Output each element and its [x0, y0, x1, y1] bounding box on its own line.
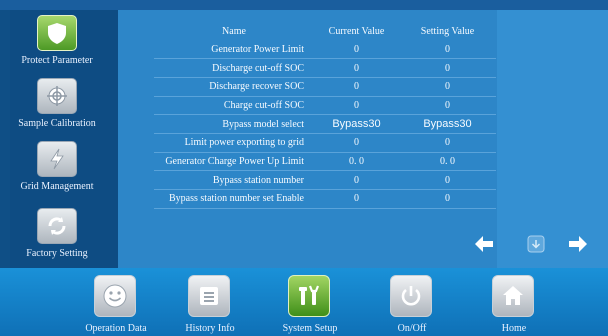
column-header-current-value: Current Value: [328, 25, 385, 37]
sidebar-item-label: Factory Setting: [26, 248, 88, 259]
parameter-table: Name Current Value Setting Value Generat…: [154, 22, 496, 209]
list-icon: [188, 275, 230, 317]
operation-data-button[interactable]: Operation Data: [74, 268, 158, 336]
sidebar-item-sample-calibration[interactable]: Sample Calibration: [10, 73, 104, 131]
shield-icon: [37, 15, 77, 51]
on-off-button[interactable]: On/Off: [370, 268, 454, 336]
power-icon: [390, 275, 432, 317]
sidebar-item-label: Grid Management: [20, 181, 94, 192]
bottom-item-label: Operation Data: [85, 323, 147, 334]
row-current-value: Bypass30: [314, 114, 399, 134]
table-row: Limit power exporting to grid 0 0: [154, 133, 496, 153]
row-current-value: 0: [314, 133, 399, 153]
row-name: Bypass model select: [154, 114, 314, 134]
table-row: Discharge recover SOC 0 0: [154, 77, 496, 97]
top-strip: [0, 0, 608, 10]
table-row: Generator Charge Power Up Limit 0. 0 0. …: [154, 152, 496, 172]
refresh-icon: [37, 208, 77, 244]
home-icon: [492, 275, 534, 317]
row-setting-value[interactable]: 0: [399, 170, 496, 190]
column-header-setting-value: Setting Value: [420, 25, 475, 37]
row-setting-value[interactable]: 0: [399, 77, 496, 97]
tools-icon: [288, 275, 330, 317]
history-info-button[interactable]: History Info: [168, 268, 252, 336]
system-setup-button[interactable]: System Setup: [268, 268, 352, 336]
table-row: Charge cut-off SOC 0 0: [154, 96, 496, 116]
row-current-value: 0: [314, 170, 399, 190]
bottom-item-label: Home: [501, 323, 527, 334]
sidebar-item-factory-setting[interactable]: Factory Setting: [10, 203, 104, 261]
row-current-value: 0. 0: [314, 152, 399, 172]
home-button[interactable]: Home: [472, 268, 556, 336]
column-header-name: Name: [222, 25, 246, 37]
row-setting-value[interactable]: 0: [399, 58, 496, 78]
table-row: Generator Power Limit 0 0: [154, 40, 496, 60]
bottom-navigation-bar: Operation Data History Info System Setup…: [0, 268, 608, 336]
bottom-item-label: On/Off: [397, 323, 427, 334]
row-current-value: 0: [314, 77, 399, 97]
sidebar-item-label: Protect Parameter: [21, 55, 93, 66]
table-row: Bypass model select Bypass30 Bypass30: [154, 114, 496, 134]
row-name: Limit power exporting to grid: [154, 133, 314, 153]
row-name: Generator Charge Power Up Limit: [154, 152, 314, 172]
table-row: Bypass station number 0 0: [154, 170, 496, 190]
bottom-item-label: System Setup: [282, 323, 338, 334]
row-setting-value[interactable]: 0: [399, 133, 496, 153]
row-current-value: 0: [314, 40, 399, 60]
arrow-right-icon[interactable]: [567, 234, 589, 254]
row-name: Charge cut-off SOC: [154, 96, 314, 116]
row-current-value: 0: [314, 189, 399, 209]
sidebar: Protect Parameter Sample Calibration Gri…: [10, 10, 118, 268]
table-row: Discharge cut-off SOC 0 0: [154, 58, 496, 78]
table-header-row: Name Current Value Setting Value: [154, 22, 496, 40]
calibration-icon: [37, 78, 77, 114]
sidebar-item-grid-management[interactable]: Grid Management: [10, 136, 104, 194]
row-name: Discharge recover SOC: [154, 77, 314, 97]
screen: Protect Parameter Sample Calibration Gri…: [0, 0, 608, 336]
row-setting-value[interactable]: 0: [399, 40, 496, 60]
row-setting-value[interactable]: Bypass30: [399, 114, 496, 134]
row-setting-value[interactable]: 0: [399, 189, 496, 209]
smiley-icon: [94, 275, 136, 317]
row-setting-value[interactable]: 0. 0: [399, 152, 496, 172]
sidebar-item-protect-parameter[interactable]: Protect Parameter: [10, 10, 104, 68]
row-setting-value[interactable]: 0: [399, 96, 496, 116]
row-current-value: 0: [314, 58, 399, 78]
bottom-item-label: History Info: [185, 323, 235, 334]
row-name: Bypass station number set Enable: [154, 189, 314, 209]
down-icon[interactable]: [525, 234, 547, 254]
row-name: Bypass station number: [154, 170, 314, 190]
lightning-icon: [37, 141, 77, 177]
row-current-value: 0: [314, 96, 399, 116]
row-name: Generator Power Limit: [154, 40, 314, 60]
row-name: Discharge cut-off SOC: [154, 58, 314, 78]
table-row: Bypass station number set Enable 0 0: [154, 189, 496, 209]
sidebar-item-label: Sample Calibration: [18, 118, 96, 129]
content-panel-right: [497, 10, 608, 268]
arrow-left-icon[interactable]: [473, 234, 495, 254]
